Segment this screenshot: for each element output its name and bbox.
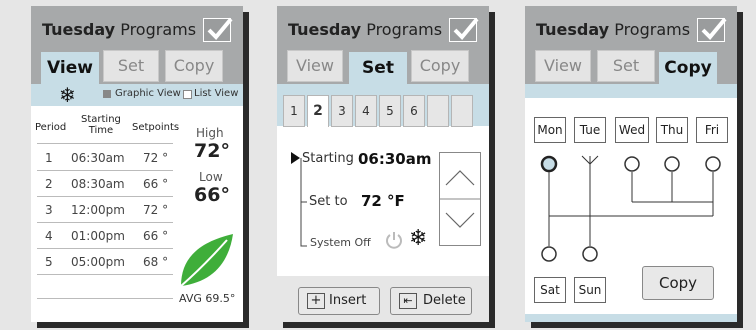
setto-label: Set to (309, 194, 348, 209)
accent-strip-bottom (525, 314, 737, 322)
setpoint-unit: °F (387, 192, 405, 210)
increase-button[interactable] (439, 152, 481, 198)
sat-node (541, 246, 557, 262)
low-value: 66° (194, 184, 230, 206)
set-panel: Tuesday Programs View Set Copy 1 2 3 4 5… (277, 6, 489, 322)
day-sun[interactable]: Sun (574, 277, 606, 303)
period-tab-6[interactable]: 6 (403, 95, 425, 127)
period-tab-2[interactable]: 2 (307, 95, 329, 127)
tab-copy[interactable]: Copy (411, 50, 469, 82)
delete-button[interactable]: ⇤ Delete (390, 287, 472, 315)
col-setpoints: Setpoints (132, 122, 180, 133)
copy-tree (540, 155, 721, 262)
tab-copy[interactable]: Copy (165, 50, 223, 82)
delete-icon: ⇤ (399, 293, 417, 309)
tab-copy[interactable]: Copy (659, 52, 717, 86)
power-icon[interactable] (385, 231, 403, 249)
list-view-label: List View (194, 88, 239, 99)
system-off-label: System Off (310, 236, 371, 249)
panel-header: Tuesday Programs View Set Copy (525, 6, 737, 86)
col-period: Period (35, 122, 67, 133)
wed-node (624, 156, 640, 172)
panel-title: Tuesday Programs (536, 20, 691, 39)
tab-set[interactable]: Set (597, 50, 655, 82)
checkmark-icon (701, 17, 727, 40)
graphic-view-checkbox[interactable] (103, 90, 111, 98)
insert-label: Insert (329, 293, 367, 308)
table-row[interactable]: 2 08:30am 66 ° (31, 171, 171, 196)
view-panel: Tuesday Programs View Set Copy ❄ Graphic… (31, 6, 243, 322)
confirm-check-button[interactable] (449, 17, 479, 42)
view-mode-bar: ❄ Graphic View List View (31, 84, 243, 106)
table-row[interactable]: 4 01:00pm 66 ° (31, 223, 171, 248)
starting-label: Starting (302, 151, 354, 166)
day-tue[interactable]: Tue (574, 117, 606, 143)
confirm-check-button[interactable] (203, 17, 233, 42)
col-starting-time: Starting Time (81, 114, 121, 136)
tab-view[interactable]: View (287, 50, 343, 82)
day-mon[interactable]: Mon (534, 117, 566, 143)
snowflake-icon[interactable]: ❄ (409, 226, 427, 251)
day-fri[interactable]: Fri (696, 117, 728, 143)
starting-time-value[interactable]: 06:30am (358, 150, 432, 168)
high-value: 72° (194, 140, 230, 162)
tab-view[interactable]: View (41, 52, 99, 86)
sun-node (582, 246, 598, 262)
accent-strip (525, 84, 737, 98)
panel-header: Tuesday Programs View Set Copy (31, 6, 243, 86)
period-tab-3[interactable]: 3 (331, 95, 353, 127)
list-view-checkbox[interactable] (183, 90, 192, 99)
period-tab-7[interactable] (427, 95, 449, 127)
leaf-icon (180, 234, 233, 287)
delete-label: Delete (423, 293, 466, 308)
day-thu[interactable]: Thu (656, 117, 688, 143)
copy-panel: Tuesday Programs View Set Copy Mon Tue W… (525, 6, 737, 322)
period-tab-5[interactable]: 5 (379, 95, 401, 127)
low-label: Low (199, 170, 223, 184)
panel-title: Tuesday Programs (42, 20, 197, 39)
checkmark-icon (453, 17, 479, 40)
insert-icon: + (307, 293, 325, 309)
period-tab-4[interactable]: 4 (355, 95, 377, 127)
tab-view[interactable]: View (535, 50, 591, 82)
confirm-check-button[interactable] (697, 17, 727, 42)
graphic-view-label: Graphic View (115, 88, 181, 99)
mon-selected-node (540, 155, 558, 173)
table-row[interactable]: 1 06:30am 72 ° (31, 145, 171, 170)
day-wed[interactable]: Wed (615, 117, 649, 143)
panel-title: Tuesday Programs (288, 20, 443, 39)
tab-set[interactable]: Set (349, 52, 407, 86)
snowflake-icon: ❄ (59, 83, 76, 107)
insert-button[interactable]: + Insert (298, 287, 380, 315)
panel-header: Tuesday Programs View Set Copy (277, 6, 489, 86)
period-tab-8[interactable] (451, 95, 473, 127)
day-sat[interactable]: Sat (534, 277, 566, 303)
table-row[interactable]: 5 05:00pm 68 ° (31, 249, 171, 274)
copy-button[interactable]: Copy (642, 266, 714, 300)
period-tab-1[interactable]: 1 (283, 95, 305, 127)
setpoint-value[interactable]: 72 (361, 192, 382, 210)
average-temperature: AVG 69.5° (179, 292, 236, 305)
table-row[interactable]: 3 12:00pm 72 ° (31, 197, 171, 222)
thu-node (664, 156, 680, 172)
decrease-button[interactable] (439, 198, 481, 244)
high-label: High (196, 126, 224, 140)
fri-node (705, 156, 721, 172)
checkmark-icon (207, 17, 233, 40)
tab-set[interactable]: Set (103, 50, 159, 82)
